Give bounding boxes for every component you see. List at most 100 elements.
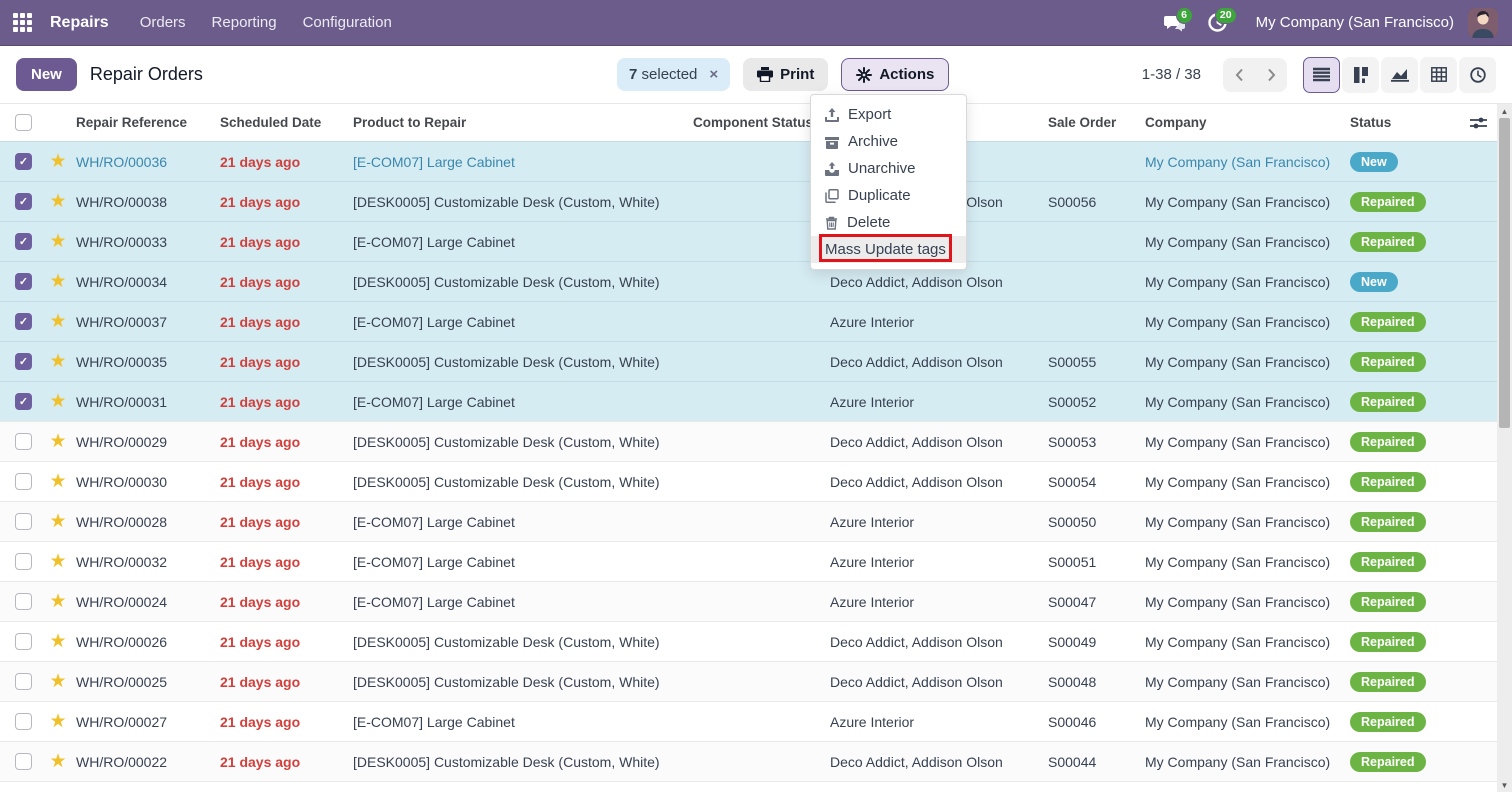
menu-item-duplicate[interactable]: Duplicate [811,182,966,209]
scroll-down-icon[interactable]: ▼ [1497,778,1512,792]
product-cell[interactable]: [E-COM07] Large Cabinet [353,554,693,570]
repair-reference-cell[interactable]: WH/RO/00026 [76,634,220,650]
scheduled-date-cell[interactable]: 21 days ago [220,554,353,570]
sale-order-cell[interactable]: S00053 [1048,434,1145,450]
company-cell[interactable]: My Company (San Francisco) [1145,314,1350,330]
adjust-columns-icon[interactable] [1470,115,1487,131]
menu-reporting[interactable]: Reporting [199,14,290,31]
favorite-star-icon[interactable]: ★ [49,631,66,652]
scheduled-date-cell[interactable]: 21 days ago [220,194,353,210]
table-row[interactable]: ★ WH/RO/00028 21 days ago [E-COM07] Larg… [0,501,1497,541]
scroll-up-icon[interactable]: ▲ [1497,104,1512,118]
product-cell[interactable]: [DESK0005] Customizable Desk (Custom, Wh… [353,474,693,490]
scheduled-date-cell[interactable]: 21 days ago [220,434,353,450]
favorite-star-icon[interactable]: ★ [49,711,66,732]
company-cell[interactable]: My Company (San Francisco) [1145,274,1350,290]
app-name[interactable]: Repairs [50,14,109,32]
customer-cell[interactable]: Deco Addict, Addison Olson [830,274,1048,290]
header-status[interactable]: Status [1350,115,1470,130]
menu-item-delete[interactable]: Delete [811,209,966,236]
company-cell[interactable]: My Company (San Francisco) [1145,554,1350,570]
clear-selection-icon[interactable]: × [709,66,718,83]
repair-reference-cell[interactable]: WH/RO/00025 [76,674,220,690]
favorite-star-icon[interactable]: ★ [49,751,66,772]
table-row[interactable]: ★ WH/RO/00032 21 days ago [E-COM07] Larg… [0,541,1497,581]
sale-order-cell[interactable]: S00051 [1048,554,1145,570]
row-checkbox[interactable]: ✓ [15,273,32,290]
favorite-star-icon[interactable]: ★ [49,151,66,172]
sale-order-cell[interactable]: S00048 [1048,674,1145,690]
row-checkbox[interactable] [15,553,32,570]
product-cell[interactable]: [E-COM07] Large Cabinet [353,714,693,730]
favorite-star-icon[interactable]: ★ [49,191,66,212]
row-checkbox[interactable] [15,593,32,610]
company-cell[interactable]: My Company (San Francisco) [1145,674,1350,690]
favorite-star-icon[interactable]: ★ [49,311,66,332]
pivot-view-icon[interactable] [1420,57,1457,93]
customer-cell[interactable]: Azure Interior [830,714,1048,730]
table-row[interactable]: ★ WH/RO/00026 21 days ago [DESK0005] Cus… [0,621,1497,661]
repair-reference-cell[interactable]: WH/RO/00034 [76,274,220,290]
row-checkbox[interactable]: ✓ [15,393,32,410]
menu-orders[interactable]: Orders [127,14,199,31]
scrollbar-thumb[interactable] [1499,118,1510,428]
table-row[interactable]: ★ WH/RO/00029 21 days ago [DESK0005] Cus… [0,421,1497,461]
favorite-star-icon[interactable]: ★ [49,231,66,252]
sale-order-cell[interactable]: S00050 [1048,514,1145,530]
customer-cell[interactable]: Azure Interior [830,394,1048,410]
repair-reference-cell[interactable]: WH/RO/00031 [76,394,220,410]
product-cell[interactable]: [E-COM07] Large Cabinet [353,234,693,250]
scheduled-date-cell[interactable]: 21 days ago [220,754,353,770]
header-repair-reference[interactable]: Repair Reference [76,115,220,130]
company-cell[interactable]: My Company (San Francisco) [1145,514,1350,530]
company-cell[interactable]: My Company (San Francisco) [1145,474,1350,490]
row-checkbox[interactable]: ✓ [15,353,32,370]
list-view-icon[interactable] [1303,57,1340,93]
menu-item-unarchive[interactable]: Unarchive [811,155,966,182]
row-checkbox[interactable] [15,633,32,650]
repair-reference-cell[interactable]: WH/RO/00038 [76,194,220,210]
activity-view-icon[interactable] [1459,57,1496,93]
repair-reference-cell[interactable]: WH/RO/00028 [76,514,220,530]
table-row[interactable]: ✓ ★ WH/RO/00033 21 days ago [E-COM07] La… [0,221,1497,261]
table-row[interactable]: ✓ ★ WH/RO/00038 21 days ago [DESK0005] C… [0,181,1497,221]
customer-cell[interactable]: Deco Addict, Addison Olson [830,474,1048,490]
company-cell[interactable]: My Company (San Francisco) [1145,634,1350,650]
print-button[interactable]: Print [743,58,828,91]
scheduled-date-cell[interactable]: 21 days ago [220,474,353,490]
table-row[interactable]: ✓ ★ WH/RO/00035 21 days ago [DESK0005] C… [0,341,1497,381]
favorite-star-icon[interactable]: ★ [49,271,66,292]
messages-button[interactable]: 6 [1154,5,1194,41]
header-sale-order[interactable]: Sale Order [1048,115,1145,130]
company-cell[interactable]: My Company (San Francisco) [1145,194,1350,210]
customer-cell[interactable]: Azure Interior [830,594,1048,610]
customer-cell[interactable]: Deco Addict, Addison Olson [830,434,1048,450]
scheduled-date-cell[interactable]: 21 days ago [220,354,353,370]
product-cell[interactable]: [DESK0005] Customizable Desk (Custom, Wh… [353,354,693,370]
sale-order-cell[interactable]: S00052 [1048,394,1145,410]
sale-order-cell[interactable]: S00054 [1048,474,1145,490]
table-row[interactable]: ★ WH/RO/00030 21 days ago [DESK0005] Cus… [0,461,1497,501]
scheduled-date-cell[interactable]: 21 days ago [220,714,353,730]
sale-order-cell[interactable]: S00044 [1048,754,1145,770]
favorite-star-icon[interactable]: ★ [49,591,66,612]
repair-reference-cell[interactable]: WH/RO/00024 [76,594,220,610]
pager-next-icon[interactable] [1255,58,1287,92]
row-checkbox[interactable] [15,753,32,770]
row-checkbox[interactable] [15,433,32,450]
scheduled-date-cell[interactable]: 21 days ago [220,314,353,330]
activities-button[interactable]: 20 [1198,5,1238,41]
company-cell[interactable]: My Company (San Francisco) [1145,714,1350,730]
favorite-star-icon[interactable]: ★ [49,471,66,492]
table-row[interactable]: ✓ ★ WH/RO/00034 21 days ago [DESK0005] C… [0,261,1497,301]
scheduled-date-cell[interactable]: 21 days ago [220,594,353,610]
favorite-star-icon[interactable]: ★ [49,351,66,372]
product-cell[interactable]: [E-COM07] Large Cabinet [353,314,693,330]
customer-cell[interactable]: Azure Interior [830,554,1048,570]
customer-cell[interactable]: Deco Addict, Addison Olson [830,354,1048,370]
menu-item-export[interactable]: Export [811,101,966,128]
company-cell[interactable]: My Company (San Francisco) [1145,594,1350,610]
table-row[interactable]: ★ WH/RO/00022 21 days ago [DESK0005] Cus… [0,741,1497,781]
product-cell[interactable]: [E-COM07] Large Cabinet [353,594,693,610]
header-scheduled-date[interactable]: Scheduled Date [220,115,353,130]
